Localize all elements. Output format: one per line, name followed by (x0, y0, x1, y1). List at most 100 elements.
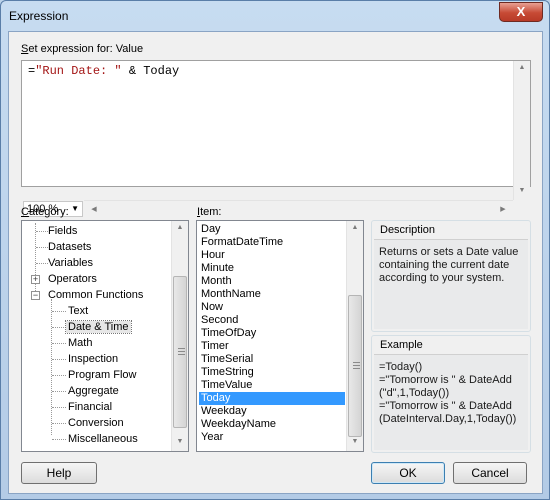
item-scroll-thumb[interactable] (348, 295, 362, 437)
expression-dialog: Expression X Set expression for: Value =… (0, 0, 550, 500)
grip-line (353, 362, 360, 363)
description-title: Description (380, 224, 436, 236)
expression-editor[interactable]: ="Run Date: " & Today ▲ ▼ ◀ ▶ 100 % ▼ (21, 60, 531, 218)
item-monthname[interactable]: MonthName (199, 288, 345, 301)
expression-horizontal-scrollbar[interactable]: ◀ ▶ (84, 200, 513, 218)
grip-line (353, 365, 360, 366)
tree-guide-line (52, 311, 66, 312)
example-line: ="Tomorrow is " & DateAdd (379, 374, 512, 386)
close-icon: X (516, 4, 526, 19)
example-group: Example =Today() ="Tomorrow is " & DateA… (371, 335, 531, 453)
scroll-up-arrow-icon[interactable]: ▲ (347, 224, 363, 231)
category-item-financial[interactable]: Financial (68, 399, 112, 415)
item-now[interactable]: Now (199, 301, 345, 314)
title-bar[interactable]: Expression X (1, 1, 549, 31)
tree-guide-line (52, 423, 66, 424)
cancel-button[interactable]: Cancel (453, 462, 527, 484)
chevron-down-icon[interactable]: ▼ (71, 202, 79, 216)
description-line: according to your system. (379, 272, 505, 284)
description-group: Description Returns or sets a Date value… (371, 220, 531, 332)
tree-guide-line (36, 263, 48, 264)
tree-guide-line (52, 359, 66, 360)
item-timeserial[interactable]: TimeSerial (199, 353, 345, 366)
category-item-text[interactable]: Text (68, 303, 88, 319)
tree-guide-line (52, 327, 66, 328)
example-line: ("d",1,Today()) (379, 387, 450, 399)
item-minute[interactable]: Minute (199, 262, 345, 275)
scroll-down-arrow-icon[interactable]: ▼ (347, 438, 363, 445)
category-item-miscellaneous[interactable]: Miscellaneous (68, 431, 138, 447)
item-timer[interactable]: Timer (199, 340, 345, 353)
example-title: Example (380, 339, 423, 351)
grip-line (178, 348, 185, 349)
expand-plus-icon[interactable]: + (31, 275, 40, 284)
tree-guide-line (35, 223, 36, 299)
item-today[interactable]: Today (199, 392, 345, 405)
example-line: ="Tomorrow is " & DateAdd (379, 400, 512, 412)
item-year[interactable]: Year (199, 431, 345, 444)
category-tree[interactable]: Fields Datasets Variables + Operators − … (21, 220, 189, 452)
description-line: containing the current date (379, 259, 510, 271)
expression-label: Set expression for: Value (21, 43, 144, 55)
item-hour[interactable]: Hour (199, 249, 345, 262)
category-scrollbar[interactable]: ▲ ▼ (171, 221, 188, 451)
category-item-aggregate[interactable]: Aggregate (68, 383, 119, 399)
category-item-inspection[interactable]: Inspection (68, 351, 118, 367)
tree-guide-line (52, 375, 66, 376)
category-item-math[interactable]: Math (68, 335, 92, 351)
description-panel: Returns or sets a Date value containing … (374, 239, 528, 329)
item-weekday[interactable]: Weekday (199, 405, 345, 418)
item-timevalue[interactable]: TimeValue (199, 379, 345, 392)
scroll-down-arrow-icon[interactable]: ▼ (514, 187, 530, 194)
category-item-variables[interactable]: Variables (48, 255, 93, 271)
expression-code[interactable]: ="Run Date: " & Today (28, 64, 179, 78)
scroll-up-arrow-icon[interactable]: ▲ (172, 224, 188, 231)
tree-guide-line (52, 407, 66, 408)
example-panel: =Today() ="Tomorrow is " & DateAdd ("d",… (374, 354, 528, 450)
grip-line (353, 368, 360, 369)
grip-line (178, 354, 185, 355)
category-item-program-flow[interactable]: Program Flow (68, 367, 136, 383)
expression-vertical-scrollbar[interactable]: ▲ ▼ (513, 61, 530, 200)
scroll-down-arrow-icon[interactable]: ▼ (172, 438, 188, 445)
category-item-conversion[interactable]: Conversion (68, 415, 124, 431)
item-timeofday[interactable]: TimeOfDay (199, 327, 345, 340)
tree-guide-line (52, 343, 66, 344)
category-item-common-functions[interactable]: Common Functions (48, 287, 143, 303)
scroll-left-arrow-icon[interactable]: ◀ (86, 205, 102, 213)
example-line: =Today() (379, 361, 423, 373)
item-timestring[interactable]: TimeString (199, 366, 345, 379)
item-list[interactable]: Day FormatDateTime Hour Minute Month MonthNam… (196, 220, 364, 452)
category-item-fields[interactable]: Fields (48, 223, 77, 239)
item-label: Item: (197, 206, 222, 218)
scroll-right-arrow-icon[interactable]: ▶ (495, 205, 511, 213)
tree-guide-line (36, 231, 48, 232)
item-month[interactable]: Month (199, 275, 345, 288)
category-item-operators[interactable]: Operators (48, 271, 97, 287)
help-button[interactable]: Help (21, 462, 97, 484)
scroll-up-arrow-icon[interactable]: ▲ (514, 64, 530, 71)
tree-guide-line (52, 391, 66, 392)
grip-line (178, 351, 185, 352)
ok-button[interactable]: OK (371, 462, 445, 484)
description-line: Returns or sets a Date value (379, 246, 519, 258)
tree-guide-line (52, 439, 66, 440)
code-rest: & Today (121, 64, 180, 78)
dialog-body: Set expression for: Value ="Run Date: " … (8, 31, 543, 494)
category-item-datasets[interactable]: Datasets (48, 239, 91, 255)
item-day[interactable]: Day (199, 223, 345, 236)
category-label: Category: (21, 206, 69, 218)
item-formatdatetime[interactable]: FormatDateTime (199, 236, 345, 249)
tree-guide-line (36, 247, 48, 248)
collapse-minus-icon[interactable]: − (31, 291, 40, 300)
item-weekdayname[interactable]: WeekdayName (199, 418, 345, 431)
item-scrollbar[interactable]: ▲ ▼ (346, 221, 363, 451)
item-second[interactable]: Second (199, 314, 345, 327)
close-button[interactable]: X (499, 2, 543, 22)
code-string-literal: "Run Date: " (35, 64, 122, 78)
category-item-date-time[interactable]: Date & Time (65, 319, 132, 335)
window-title: Expression (9, 9, 69, 23)
tree-guide-line (51, 299, 52, 435)
category-scroll-thumb[interactable] (173, 276, 187, 428)
example-line: (DateInterval.Day,1,Today()) (379, 413, 517, 425)
